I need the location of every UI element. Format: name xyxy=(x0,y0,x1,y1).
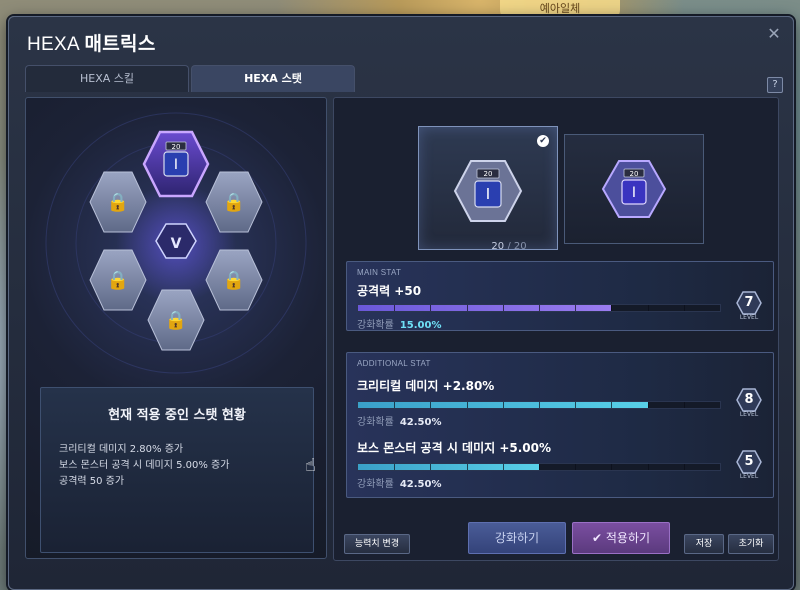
core-count: 20 / 20 xyxy=(491,241,527,252)
progress-tick xyxy=(394,305,396,311)
lock-icon: 🔒 xyxy=(165,310,187,331)
progress-tick xyxy=(466,305,468,311)
lock-icon: 🔒 xyxy=(223,192,245,213)
active-core-slot[interactable]: 20 Ⅰ xyxy=(142,130,210,198)
save-button[interactable]: 저장 xyxy=(684,534,724,554)
hex-grid: 🔒 🔒 🔒 🔒 🔒 20 Ⅰ V xyxy=(45,112,307,374)
tab-hexa-skill[interactable]: HEXA 스킬 xyxy=(25,65,189,92)
additional-stat-panel: ADDITIONAL STAT 크리티컬 데미지 +2.80% 강화확률 42.5… xyxy=(346,352,774,498)
additional-stat-name: 크리티컬 데미지 +2.80% xyxy=(357,379,495,393)
additional-stat-level: 5 LEVEL xyxy=(733,449,765,480)
current-stat-core-card[interactable]: ✔ 20 Ⅰ xyxy=(418,126,558,250)
stat-core-icon: Ⅰ xyxy=(174,157,178,173)
progress-tick xyxy=(466,464,468,470)
progress-tick xyxy=(683,402,685,408)
apply-button[interactable]: ✔ 적용하기 xyxy=(572,522,670,554)
summary-line: 크리티컬 데미지 2.80% 증가 xyxy=(59,444,184,455)
stat-core-hex: 20 Ⅰ xyxy=(453,160,523,222)
progress-tick xyxy=(539,305,540,311)
additional-stat-level: 8 LEVEL xyxy=(733,387,765,418)
hexa-matrix-window: HEXA 매트릭스 ✕ ? HEXA 스킬 HEXA 스탯 🔒 🔒 🔒 🔒 🔒 … xyxy=(8,16,794,590)
progress-tick xyxy=(647,464,649,470)
tab-hexa-stat[interactable]: HEXA 스탯 xyxy=(191,65,355,92)
progress-tick xyxy=(647,402,649,408)
main-stat-section-label: MAIN STAT xyxy=(357,268,402,277)
progress-tick xyxy=(539,464,540,470)
progress-tick xyxy=(394,402,396,408)
enhance-button[interactable]: 강화하기 xyxy=(468,522,566,554)
additional-stat-rate: 강화확률 42.50% xyxy=(357,479,442,490)
core-level-badge: 20 xyxy=(484,170,493,178)
help-icon[interactable]: ? xyxy=(767,77,783,93)
progress-tick xyxy=(394,464,396,470)
progress-tick xyxy=(502,402,504,408)
main-stat-level: 7 LEVEL xyxy=(733,290,765,321)
check-circle-icon: ✔ xyxy=(591,531,603,545)
window-title: HEXA 매트릭스 xyxy=(27,29,156,56)
main-stat-name: 공격력 +50 xyxy=(357,284,422,298)
progress-tick xyxy=(683,464,685,470)
progress-tick xyxy=(539,402,540,408)
progress-tick xyxy=(502,464,504,470)
hex-grid-panel: 🔒 🔒 🔒 🔒 🔒 20 Ⅰ V 현재 적용 중인 스탯 현황 크리티컬 데미지… xyxy=(25,97,327,559)
additional-stat-progress-bar xyxy=(357,463,721,471)
progress-tick xyxy=(430,402,432,408)
additional-stat-section-label: ADDITIONAL STAT xyxy=(357,359,431,368)
progress-tick xyxy=(575,402,577,408)
progress-tick xyxy=(683,305,685,311)
main-stat-rate: 강화확률 15.00% xyxy=(357,320,442,331)
title-main: 매트릭스 xyxy=(84,34,156,55)
additional-stat-name: 보스 몬스터 공격 시 데미지 +5.00% xyxy=(357,441,552,455)
progress-tick xyxy=(502,305,504,311)
lock-icon: 🔒 xyxy=(223,270,245,291)
current-stat-summary: 현재 적용 중인 스탯 현황 크리티컬 데미지 2.80% 증가 보스 몬스터 … xyxy=(40,387,314,553)
additional-stat-rate: 강화확률 42.50% xyxy=(357,417,442,428)
progress-tick xyxy=(647,305,649,311)
reset-button[interactable]: 초기화 xyxy=(728,534,774,554)
core-level-badge: 20 xyxy=(630,170,639,178)
summary-line: 공격력 50 증가 xyxy=(59,476,125,487)
progress-tick xyxy=(430,464,432,470)
progress-tick xyxy=(466,402,468,408)
main-stat-progress-bar xyxy=(357,304,721,312)
main-stat-panel: MAIN STAT 공격력 +50 강화확률 15.00% 7 LEVEL xyxy=(346,261,774,331)
stat-detail-panel: ✔ 20 Ⅰ 20 Ⅰ 20 / 20 MAIN STAT 공격력 +50 강화… xyxy=(333,97,779,561)
change-stat-button[interactable]: 능력치 변경 xyxy=(344,534,410,554)
active-core-level: 20 xyxy=(172,143,181,151)
close-icon[interactable]: ✕ xyxy=(765,25,783,43)
pointer-cursor-icon: ☝ xyxy=(305,455,316,476)
v-emblem-icon: V xyxy=(171,236,182,252)
title-prefix: HEXA xyxy=(27,34,79,55)
progress-tick xyxy=(575,305,577,311)
stat-core-hex: 20 Ⅰ xyxy=(601,160,667,218)
summary-line: 보스 몬스터 공격 시 데미지 5.00% 증가 xyxy=(59,460,230,471)
additional-stat-progress-bar xyxy=(357,401,721,409)
summary-title: 현재 적용 중인 스탯 현황 xyxy=(108,408,246,423)
progress-tick xyxy=(611,464,613,470)
lock-icon: 🔒 xyxy=(107,192,129,213)
stat-core-icon: Ⅰ xyxy=(486,185,490,203)
progress-tick xyxy=(430,305,432,311)
progress-tick xyxy=(611,305,613,311)
next-stat-core-card[interactable]: 20 Ⅰ xyxy=(564,134,704,244)
progress-tick xyxy=(611,402,613,408)
stat-core-icon: Ⅰ xyxy=(632,185,636,201)
lock-icon: 🔒 xyxy=(107,270,129,291)
progress-tick xyxy=(575,464,577,470)
